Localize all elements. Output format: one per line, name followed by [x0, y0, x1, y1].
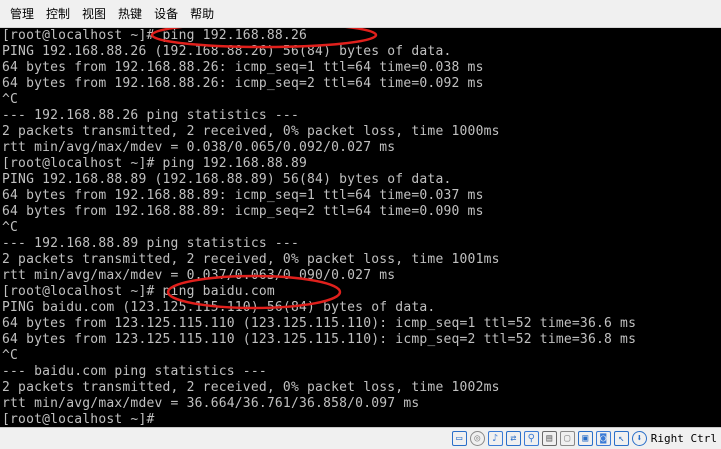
terminal-line: PING 192.168.88.26 (192.168.88.26) 56(84…	[2, 44, 452, 59]
terminal-line: [root@localhost ~]#	[2, 412, 155, 427]
terminal-line: 64 bytes from 192.168.88.26: icmp_seq=2 …	[2, 76, 484, 91]
terminal-output: [root@localhost ~]# ping 192.168.88.26 PI…	[2, 28, 636, 427]
status-bar: ▭ ◎ ♪ ⇄ ⚲ ▤ ▢ ▣ ◙ ↖ ⬇ Right Ctrl	[0, 427, 721, 449]
virtualbox-window: 管理 控制 视图 热键 设备 帮助 [root@localhost ~]# pi…	[0, 0, 721, 449]
shared-folder-icon[interactable]: ▤	[541, 431, 557, 446]
menu-help[interactable]: 帮助	[184, 4, 220, 24]
terminal-line: PING baidu.com (123.125.115.110) 56(84) …	[2, 300, 436, 315]
terminal-line: ^C	[2, 92, 19, 107]
keyboard-capture-icon[interactable]: ⬇	[631, 431, 647, 446]
terminal-line: ^C	[2, 348, 19, 363]
status-icons: ▭ ◎ ♪ ⇄ ⚲ ▤ ▢ ▣ ◙ ↖ ⬇	[449, 431, 647, 446]
terminal-line: PING 192.168.88.89 (192.168.88.89) 56(84…	[2, 172, 452, 187]
video-capture-icon[interactable]: ▣	[577, 431, 593, 446]
terminal-line: 64 bytes from 123.125.115.110 (123.125.1…	[2, 316, 637, 331]
hard-disk-icon[interactable]: ▭	[451, 431, 467, 446]
terminal-line: [root@localhost ~]# ping 192.168.88.26	[2, 28, 308, 43]
terminal-line: 64 bytes from 192.168.88.89: icmp_seq=2 …	[2, 204, 484, 219]
terminal-line: [root@localhost ~]# ping 192.168.88.89	[2, 156, 308, 171]
mouse-integration-icon[interactable]: ↖	[613, 431, 629, 446]
terminal-line: 64 bytes from 192.168.88.26: icmp_seq=1 …	[2, 60, 484, 75]
network-icon[interactable]: ⇄	[505, 431, 521, 446]
host-key-label: Right Ctrl	[650, 432, 717, 445]
terminal-line: rtt min/avg/max/mdev = 36.664/36.761/36.…	[2, 396, 420, 411]
terminal-line: 2 packets transmitted, 2 received, 0% pa…	[2, 252, 500, 267]
terminal-line: --- 192.168.88.89 ping statistics ---	[2, 236, 299, 251]
terminal-line: 2 packets transmitted, 2 received, 0% pa…	[2, 124, 500, 139]
terminal-line: 2 packets transmitted, 2 received, 0% pa…	[2, 380, 500, 395]
terminal-screen[interactable]: [root@localhost ~]# ping 192.168.88.26 PI…	[0, 28, 721, 427]
terminal-line: [root@localhost ~]# ping baidu.com	[2, 284, 275, 299]
menu-manage[interactable]: 管理	[4, 4, 40, 24]
terminal-line: --- 192.168.88.26 ping statistics ---	[2, 108, 299, 123]
menu-hotkey[interactable]: 热键	[112, 4, 148, 24]
terminal-line: --- baidu.com ping statistics ---	[2, 364, 267, 379]
menu-devices[interactable]: 设备	[148, 4, 184, 24]
terminal-line: rtt min/avg/max/mdev = 0.037/0.063/0.090…	[2, 268, 396, 283]
terminal-line: rtt min/avg/max/mdev = 0.038/0.065/0.092…	[2, 140, 396, 155]
menu-view[interactable]: 视图	[76, 4, 112, 24]
terminal-line: 64 bytes from 192.168.88.89: icmp_seq=1 …	[2, 188, 484, 203]
menu-bar: 管理 控制 视图 热键 设备 帮助	[0, 0, 721, 28]
cpu-icon[interactable]: ◙	[595, 431, 611, 446]
usb-icon[interactable]: ⚲	[523, 431, 539, 446]
terminal-line: 64 bytes from 123.125.115.110 (123.125.1…	[2, 332, 637, 347]
menu-control[interactable]: 控制	[40, 4, 76, 24]
optical-drive-icon[interactable]: ◎	[469, 431, 485, 446]
terminal-line: ^C	[2, 220, 19, 235]
audio-icon[interactable]: ♪	[487, 431, 503, 446]
display-icon[interactable]: ▢	[559, 431, 575, 446]
